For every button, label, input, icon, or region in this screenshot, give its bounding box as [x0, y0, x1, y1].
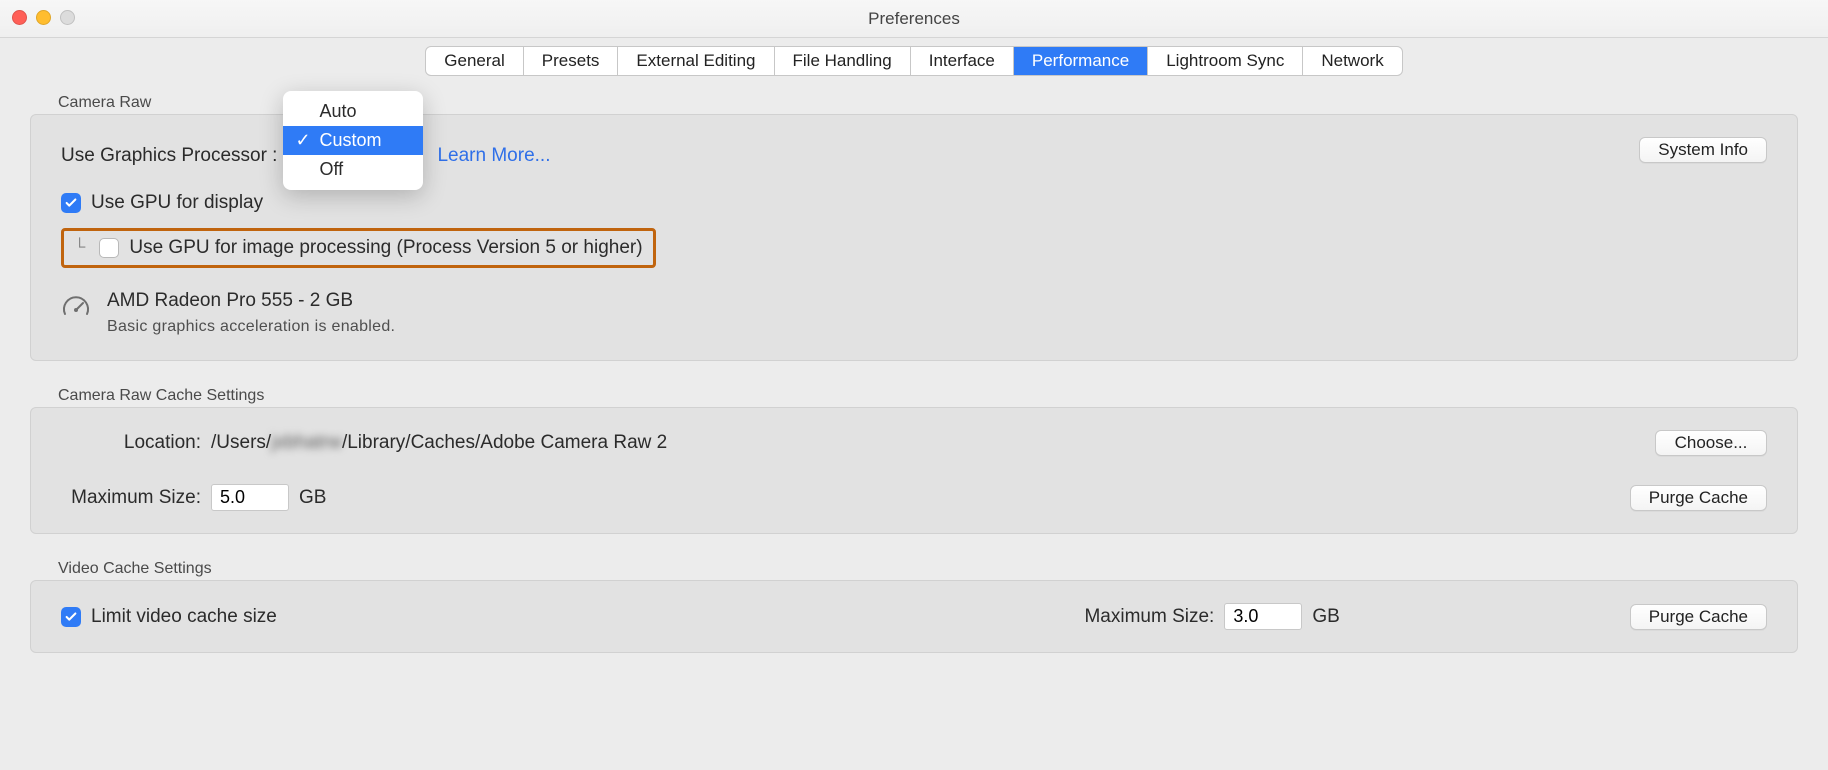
purge-cache-button[interactable]: Purge Cache: [1630, 485, 1767, 511]
tab-file-handling[interactable]: File Handling: [775, 47, 911, 75]
tab-performance[interactable]: Performance: [1014, 47, 1148, 75]
close-window-button[interactable]: [12, 10, 27, 25]
tab-presets[interactable]: Presets: [524, 47, 619, 75]
video-maxsize-label: Maximum Size:: [1084, 606, 1214, 628]
gpu-status: Basic graphics acceleration is enabled.: [107, 318, 395, 336]
window-title: Preferences: [868, 9, 960, 29]
window-controls: [12, 10, 75, 25]
cr-cache-section: Location: /Users/jxbhatrw/Library/Caches…: [30, 407, 1798, 534]
use-gpu-imgproc-checkbox[interactable]: [99, 238, 119, 258]
cache-maxsize-unit: GB: [299, 487, 326, 509]
minimize-window-button[interactable]: [36, 10, 51, 25]
video-maxsize-unit: GB: [1312, 606, 1339, 628]
camera-raw-section: System Info Use Graphics Processor : Aut…: [30, 114, 1798, 361]
dropdown-option-custom[interactable]: Custom: [283, 126, 423, 155]
tab-general[interactable]: General: [426, 47, 523, 75]
choose-cache-button[interactable]: Choose...: [1655, 430, 1767, 456]
use-graphics-processor-label: Use Graphics Processor :: [61, 145, 277, 167]
content: Camera Raw System Info Use Graphics Proc…: [0, 76, 1828, 653]
use-gpu-display-checkbox[interactable]: [61, 193, 81, 213]
limit-video-cache-label: Limit video cache size: [91, 606, 277, 628]
cache-location-label: Location:: [61, 432, 201, 454]
use-gpu-imgproc-label: Use GPU for image processing (Process Ve…: [129, 237, 642, 259]
dropdown-option-off[interactable]: Off: [283, 155, 423, 184]
cache-maxsize-label: Maximum Size:: [61, 487, 201, 509]
checkmark-icon: [64, 610, 78, 624]
zoom-window-button[interactable]: [60, 10, 75, 25]
learn-more-link[interactable]: Learn More...: [437, 145, 550, 167]
nested-indicator-icon: └: [74, 239, 85, 257]
tab-bar: General Presets External Editing File Ha…: [0, 38, 1828, 76]
video-maxsize-input[interactable]: [1224, 603, 1302, 630]
limit-video-cache-checkbox[interactable]: [61, 607, 81, 627]
cache-maxsize-input[interactable]: [211, 484, 289, 511]
tab-external-editing[interactable]: External Editing: [618, 47, 774, 75]
cr-cache-section-title: Camera Raw Cache Settings: [58, 387, 1798, 405]
gauge-icon: [61, 292, 91, 327]
gpu-name: AMD Radeon Pro 555 - 2 GB: [107, 290, 395, 312]
cache-location-user: jxbhatrw: [271, 432, 342, 454]
graphics-processor-dropdown: Auto Custom Off: [283, 91, 423, 190]
video-cache-section: Limit video cache size Maximum Size: GB …: [30, 580, 1798, 653]
purge-video-cache-button[interactable]: Purge Cache: [1630, 604, 1767, 630]
system-info-button[interactable]: System Info: [1639, 137, 1767, 163]
use-gpu-imgproc-highlight: └ Use GPU for image processing (Process …: [61, 228, 656, 268]
use-gpu-display-label: Use GPU for display: [91, 192, 263, 214]
video-cache-section-title: Video Cache Settings: [58, 560, 1798, 578]
titlebar: Preferences: [0, 0, 1828, 38]
tab-lightroom-sync[interactable]: Lightroom Sync: [1148, 47, 1303, 75]
checkmark-icon: [64, 196, 78, 210]
tab-segment: General Presets External Editing File Ha…: [425, 46, 1402, 76]
tab-interface[interactable]: Interface: [911, 47, 1014, 75]
cache-location-value: /Users/jxbhatrw/Library/Caches/Adobe Cam…: [211, 432, 667, 454]
tab-network[interactable]: Network: [1303, 47, 1401, 75]
dropdown-option-auto[interactable]: Auto: [283, 97, 423, 126]
